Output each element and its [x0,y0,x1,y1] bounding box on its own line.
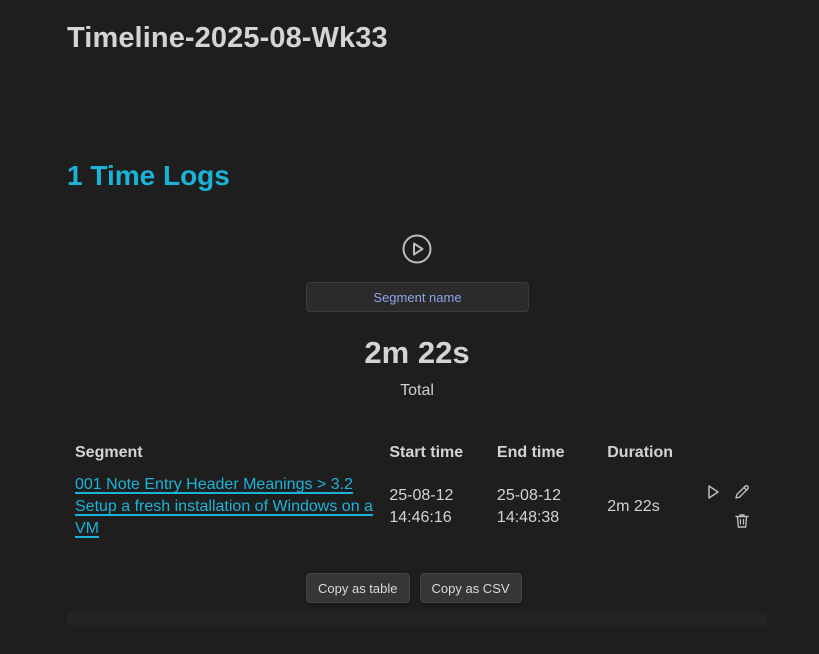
total-duration: 2m 22s [364,335,470,370]
column-header-end: End time [496,444,565,461]
end-date: 25-08-12 [496,487,561,504]
play-circle-icon[interactable] [401,233,433,265]
pencil-icon[interactable] [732,482,752,502]
note-view: Timeline-2025-08-Wk33 1 Time Logs 2m 22s… [0,0,819,654]
footer-divider [67,613,767,625]
total-label: Total [400,382,434,399]
column-header-start: Start time [389,444,464,461]
trash-icon[interactable] [732,511,752,531]
end-time-cell: 25-08-12 14:48:38 [489,470,599,544]
end-clock: 14:48:38 [496,509,560,526]
column-header-duration: Duration [607,444,674,461]
start-date: 25-08-12 [389,487,454,504]
copy-button-row: Copy as table Copy as CSV [306,573,522,603]
actions-cell [691,470,767,544]
column-header-segment: Segment [75,444,143,461]
row-actions [699,478,759,536]
table-header-row: Segment Start time End time Duration [67,438,767,470]
segment-cell: 001 Note Entry Header Meanings > 3.2 Set… [67,470,381,544]
start-time-cell: 25-08-12 14:46:16 [381,470,489,544]
time-log-table: Segment Start time End time Duration 001… [67,438,767,544]
copy-as-csv-button[interactable]: Copy as CSV [419,573,522,603]
table-row: 001 Note Entry Header Meanings > 3.2 Set… [67,470,767,544]
start-clock: 14:46:16 [389,509,452,526]
segment-name-input[interactable] [306,282,529,312]
duration-cell: 2m 22s [607,498,660,515]
column-header-actions [691,438,767,470]
note-title: Timeline-2025-08-Wk33 [67,22,388,54]
segment-link[interactable]: 001 Note Entry Header Meanings > 3.2 Set… [75,476,373,537]
play-icon[interactable] [703,482,723,502]
section-heading: 1 Time Logs [67,160,230,191]
copy-as-table-button[interactable]: Copy as table [306,573,410,603]
